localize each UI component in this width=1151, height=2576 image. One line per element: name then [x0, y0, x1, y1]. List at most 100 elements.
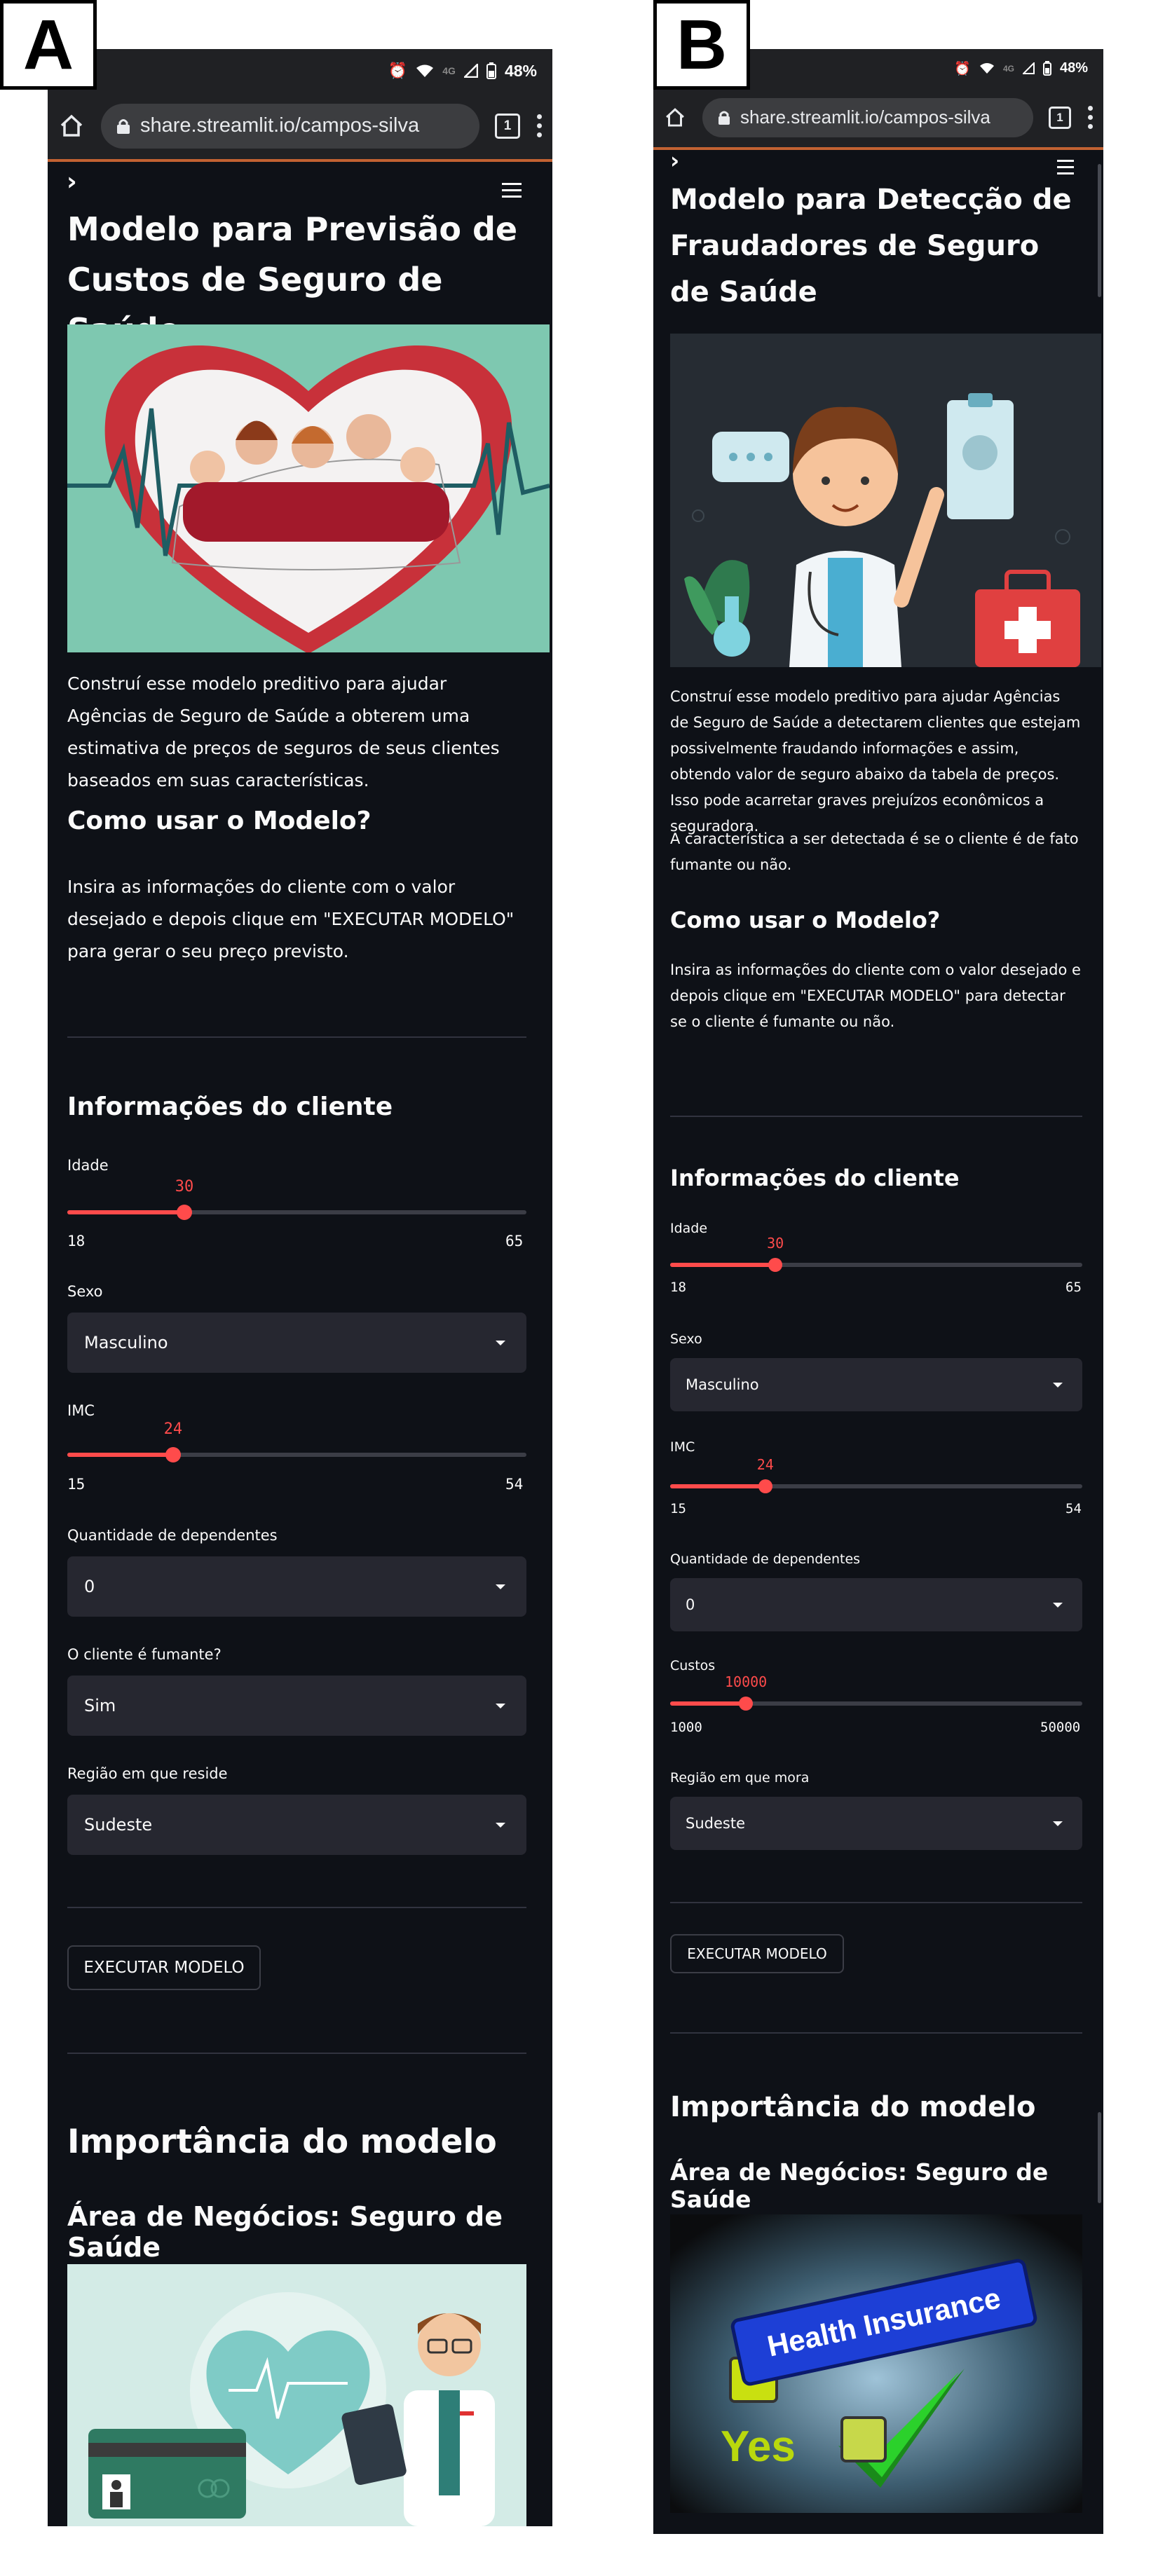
browser-menu-icon[interactable]	[1087, 106, 1094, 129]
divider	[670, 1902, 1082, 1903]
browser-toolbar: share.streamlit.io/campos-silva 1	[48, 93, 552, 159]
region-label: Região em que reside	[67, 1765, 228, 1782]
battery-percent: 48%	[1059, 60, 1088, 76]
age-slider-thumb[interactable]	[177, 1205, 193, 1220]
chevron-down-icon	[1053, 1383, 1063, 1388]
bmi-label: IMC	[67, 1402, 95, 1419]
sex-label: Sexo	[670, 1331, 702, 1347]
age-slider[interactable]: 30	[67, 1178, 526, 1223]
howto-heading: Como usar o Modelo?	[670, 907, 941, 933]
alarm-icon: ⏰	[388, 62, 408, 79]
home-icon[interactable]	[57, 112, 86, 140]
howto-text: Insira as informações do cliente com o v…	[670, 961, 1081, 1030]
dependents-select-value: 0	[686, 1596, 695, 1613]
run-model-button[interactable]: EXECUTAR MODELO	[670, 1934, 844, 1973]
hamburger-menu-icon[interactable]	[502, 183, 522, 198]
bmi-slider-value: 24	[756, 1456, 774, 1473]
sex-select[interactable]: Masculino	[67, 1313, 526, 1373]
age-max-tick: 65	[1065, 1280, 1082, 1295]
hamburger-menu-icon[interactable]	[1057, 160, 1074, 174]
wifi-icon	[979, 63, 994, 74]
bmi-slider-thumb[interactable]	[165, 1447, 182, 1462]
sidebar-toggle-icon[interactable]: ›	[67, 167, 77, 196]
sidebar-toggle-icon[interactable]: ›	[670, 147, 679, 174]
region-select[interactable]: Sudeste	[67, 1795, 526, 1855]
tab-switcher-button[interactable]: 1	[495, 113, 520, 139]
status-bar: ⏰ 4G 48%	[48, 49, 552, 93]
chevron-down-icon	[496, 1584, 505, 1589]
age-slider-fill	[670, 1263, 776, 1267]
battery-percent: 48%	[504, 61, 537, 80]
scrollbar-lower[interactable]	[1098, 2112, 1101, 2203]
dependents-label: Quantidade de dependentes	[670, 1551, 861, 1567]
costs-max-tick: 50000	[1040, 1720, 1081, 1735]
yes-text: Yes	[721, 2423, 796, 2471]
bmi-slider-fill	[67, 1453, 174, 1457]
business-heading: Área de Negócios: Seguro de Saúde	[67, 2201, 503, 2263]
age-slider-fill	[67, 1210, 185, 1214]
tab-switcher-button[interactable]: 1	[1049, 106, 1071, 129]
health-insurance-image: Health Insurance Yes	[670, 2214, 1082, 2513]
costs-slider-thumb[interactable]	[739, 1697, 753, 1711]
health-card-doctor-image	[67, 2264, 526, 2526]
business-heading: Área de Negócios: Seguro de Saúde	[670, 2158, 1049, 2213]
dependents-select-value: 0	[84, 1577, 95, 1596]
wifi-icon	[416, 64, 434, 77]
bmi-min-tick: 15	[670, 1501, 686, 1516]
intro-text-2: A característica a ser detectada é se o …	[670, 830, 1079, 873]
scrollbar[interactable]	[1098, 164, 1101, 297]
address-bar[interactable]: share.streamlit.io/campos-silva	[101, 103, 479, 149]
sex-select[interactable]: Masculino	[670, 1358, 1082, 1411]
bmi-max-tick: 54	[1065, 1501, 1082, 1516]
browser-toolbar: share.streamlit.io/campos-silva 1	[653, 88, 1103, 147]
browser-menu-icon[interactable]	[536, 114, 543, 137]
costs-slider-value: 10000	[725, 1673, 768, 1690]
bmi-slider-thumb[interactable]	[758, 1479, 772, 1493]
costs-slider[interactable]: 10000	[670, 1673, 1082, 1713]
lock-icon	[117, 118, 130, 134]
dependents-select[interactable]: 0	[670, 1578, 1082, 1631]
region-select[interactable]: Sudeste	[670, 1797, 1082, 1850]
bmi-slider-value: 24	[163, 1420, 183, 1438]
region-select-value: Sudeste	[686, 1815, 745, 1832]
importance-heading: Importância do modelo	[67, 2123, 497, 2161]
age-label: Idade	[670, 1221, 708, 1236]
age-label: Idade	[67, 1157, 109, 1174]
age-min-tick: 18	[670, 1280, 686, 1295]
chevron-down-icon	[496, 1823, 505, 1828]
age-slider-value: 30	[767, 1235, 784, 1252]
bmi-slider[interactable]: 24	[670, 1456, 1082, 1495]
smoker-select[interactable]: Sim	[67, 1676, 526, 1736]
family-heart-image	[67, 324, 550, 652]
battery-icon	[486, 62, 496, 79]
page-title: Modelo para Detecção de Fraudadores de S…	[670, 184, 1072, 308]
bmi-slider[interactable]: 24	[67, 1420, 526, 1465]
bmi-min-tick: 15	[67, 1476, 86, 1493]
battery-icon	[1042, 61, 1051, 76]
url-text: share.streamlit.io/campos-silva	[140, 114, 420, 137]
age-max-tick: 65	[505, 1233, 524, 1249]
sex-select-value: Masculino	[84, 1333, 168, 1352]
age-slider[interactable]: 30	[670, 1235, 1082, 1274]
bmi-slider-fill	[670, 1484, 765, 1488]
sex-select-value: Masculino	[686, 1376, 759, 1393]
chevron-down-icon	[496, 1704, 505, 1708]
signal-icon	[463, 64, 478, 78]
smoker-label: O cliente é fumante?	[67, 1646, 222, 1663]
age-slider-thumb[interactable]	[768, 1258, 783, 1272]
streamlit-app-b: › Modelo para Detecção de Fraudadores de…	[653, 147, 1103, 2534]
divider	[670, 1116, 1082, 1117]
costs-slider-fill	[670, 1701, 746, 1706]
address-bar[interactable]: share.streamlit.io/campos-silva	[702, 97, 1033, 137]
run-model-button[interactable]: EXECUTAR MODELO	[67, 1945, 261, 1990]
alarm-icon: ⏰	[954, 61, 971, 76]
dependents-select[interactable]: 0	[67, 1556, 526, 1617]
phone-screen-a: ⏰ 4G 48% share.streamlit.io/campos-silva…	[48, 49, 552, 2526]
url-text: share.streamlit.io/campos-silva	[740, 107, 990, 128]
panel-label-b: B	[653, 0, 750, 90]
network-type: 4G	[1002, 63, 1014, 74]
home-icon[interactable]	[663, 106, 687, 130]
region-label: Região em que mora	[670, 1770, 810, 1786]
howto-text: Insira as informações do cliente com o v…	[67, 877, 515, 961]
chevron-down-icon	[1053, 1603, 1063, 1608]
